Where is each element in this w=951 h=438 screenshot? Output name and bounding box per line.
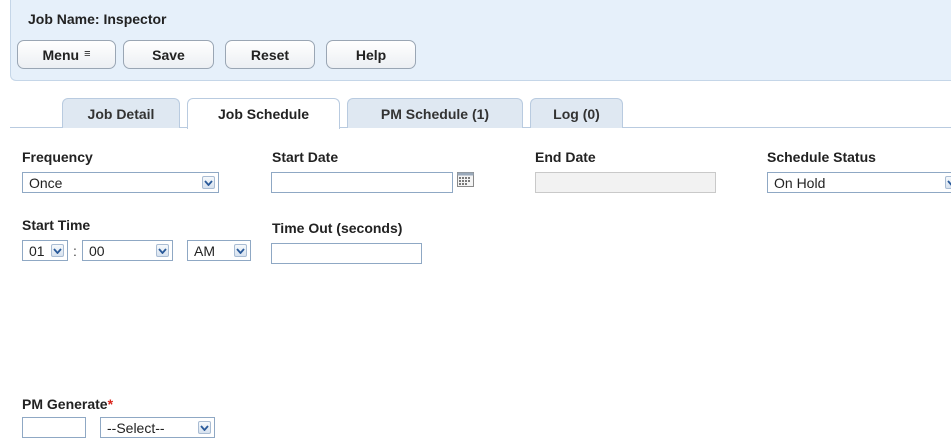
pm-generate-number-input[interactable] bbox=[22, 417, 86, 438]
start-minute-select[interactable]: 00 bbox=[82, 240, 173, 261]
menu-list-icon: ≡ bbox=[84, 48, 91, 60]
chevron-down-icon bbox=[234, 244, 247, 257]
tab-job-schedule[interactable]: Job Schedule bbox=[187, 98, 340, 129]
chevron-down-icon bbox=[202, 176, 215, 189]
menu-button-label: Menu bbox=[42, 46, 80, 63]
tab-log[interactable]: Log (0) bbox=[530, 98, 623, 128]
start-ampm-value: AM bbox=[194, 242, 215, 259]
pm-generate-label-text: PM Generate bbox=[22, 396, 108, 412]
chevron-down-icon bbox=[945, 176, 951, 189]
end-date-input bbox=[535, 172, 716, 193]
start-ampm-select[interactable]: AM bbox=[187, 240, 251, 261]
start-date-label: Start Date bbox=[272, 149, 339, 165]
start-hour-value: 01 bbox=[29, 242, 45, 259]
help-button[interactable]: Help bbox=[326, 40, 416, 69]
frequency-label: Frequency bbox=[22, 149, 93, 165]
start-date-input[interactable] bbox=[271, 172, 453, 193]
chevron-down-icon bbox=[51, 244, 64, 257]
reset-button[interactable]: Reset bbox=[225, 40, 315, 69]
job-name-title: Job Name: Inspector bbox=[28, 11, 167, 27]
time-separator: : bbox=[73, 243, 77, 259]
schedule-status-label: Schedule Status bbox=[767, 149, 876, 165]
frequency-select[interactable]: Once bbox=[22, 172, 219, 193]
required-mark: * bbox=[107, 396, 114, 412]
end-date-label: End Date bbox=[535, 149, 596, 165]
pm-generate-unit-value: --Select-- bbox=[107, 419, 165, 436]
frequency-value: Once bbox=[29, 174, 63, 191]
chevron-down-icon bbox=[198, 421, 211, 434]
time-out-input[interactable] bbox=[271, 243, 422, 264]
menu-button[interactable]: Menu ≡ bbox=[17, 40, 116, 69]
start-time-label: Start Time bbox=[22, 217, 91, 233]
start-hour-select[interactable]: 01 bbox=[22, 240, 68, 261]
save-button[interactable]: Save bbox=[123, 40, 214, 69]
pm-generate-unit-select[interactable]: --Select-- bbox=[100, 417, 215, 438]
start-minute-value: 00 bbox=[89, 242, 105, 259]
job-header-panel: Job Name: Inspector Menu ≡ Save Reset He… bbox=[10, 0, 951, 81]
tab-pm-schedule[interactable]: PM Schedule (1) bbox=[347, 98, 523, 128]
calendar-icon[interactable] bbox=[457, 172, 474, 192]
pm-generate-label: PM Generate* bbox=[22, 396, 113, 412]
schedule-status-value: On Hold bbox=[774, 174, 826, 191]
chevron-down-icon bbox=[156, 244, 169, 257]
time-out-label: Time Out (seconds) bbox=[272, 220, 403, 236]
schedule-status-select[interactable]: On Hold bbox=[767, 172, 951, 193]
tab-job-detail[interactable]: Job Detail bbox=[62, 98, 180, 128]
